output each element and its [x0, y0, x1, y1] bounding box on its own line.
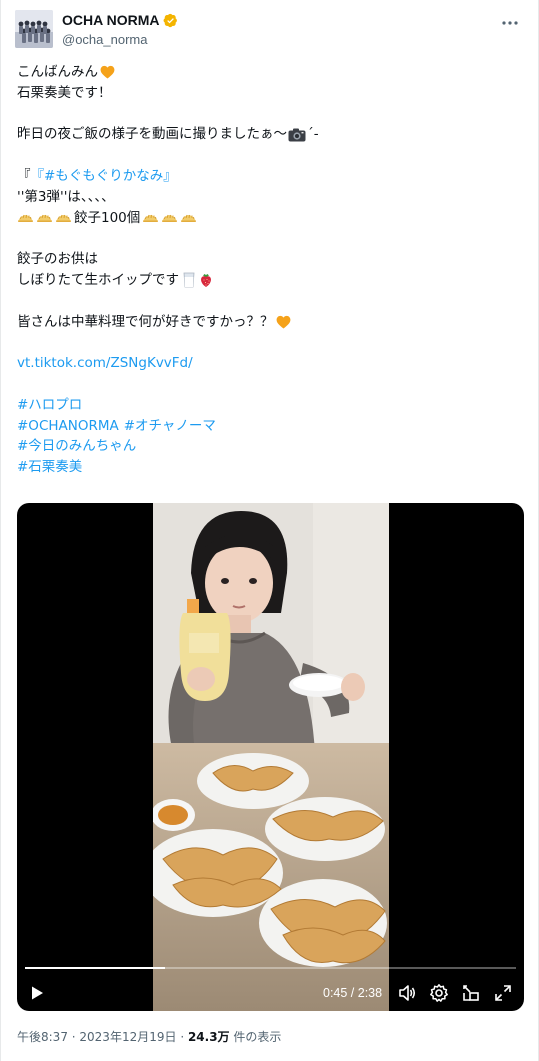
- text-line: vt.tiktok.com/ZSNgKvvFd/: [17, 353, 522, 374]
- post-time[interactable]: 午後8:37: [17, 1030, 68, 1044]
- text-line: 石栗奏美です！: [17, 83, 522, 104]
- kaomoji-text: ´-: [307, 126, 319, 143]
- video-time: 0:45 / 2:38: [323, 986, 383, 1000]
- name-row: OCHA NORMA: [62, 12, 178, 28]
- video-controls: 0:45 / 2:38: [17, 967, 524, 1011]
- text-line: 餃子100個: [17, 208, 522, 229]
- glass-of-milk-icon: [183, 272, 195, 288]
- handle[interactable]: @ocha_norma: [62, 32, 147, 47]
- view-count: 24.3万: [187, 1030, 230, 1044]
- video-player[interactable]: 0:45 / 2:38: [17, 503, 524, 1011]
- hashtag-helloproject[interactable]: #ハロプロ: [17, 395, 82, 416]
- tweet-card: OCHA NORMA @ocha_norma こんばんみん 石栗奏美です！ 昨日…: [0, 0, 539, 1061]
- orange-heart-icon: [276, 315, 290, 329]
- meta-separator: ·: [176, 1030, 188, 1044]
- gyoza-count-text: 餃子100個: [74, 209, 141, 226]
- tweet-meta: 午後8:37 · 2023年12月19日 · 24.3万 件の表示: [17, 1028, 281, 1045]
- hashtag-ochanorma[interactable]: #OCHANORMA: [17, 416, 119, 437]
- verified-badge-icon: [164, 13, 178, 27]
- text-line: #石栗奏美: [17, 457, 522, 478]
- volume-icon[interactable]: [397, 983, 417, 1003]
- display-name[interactable]: OCHA NORMA: [62, 12, 159, 28]
- tweet-text: こんばんみん 石栗奏美です！ 昨日の夜ご飯の様子を動画に撮りましたぁ〜 ´- 『…: [17, 62, 522, 478]
- tweet-header: OCHA NORMA @ocha_norma: [15, 10, 525, 50]
- dumpling-icon: [143, 215, 159, 223]
- dumpling-icon: [162, 215, 178, 223]
- whip-text: しぼりたて生ホイップです: [17, 271, 179, 288]
- dumpling-icon: [37, 215, 52, 223]
- group-photo-icon: [15, 10, 53, 48]
- text-line: こんばんみん: [17, 62, 522, 83]
- hashtag-ishiguri-kanami[interactable]: #石栗奏美: [17, 457, 82, 478]
- fullscreen-icon[interactable]: [493, 983, 513, 1003]
- hashtag-mogumogu[interactable]: 『#もぐもぐりかなみ』: [31, 166, 177, 187]
- text-line: 餃子のお供は: [17, 249, 522, 270]
- play-icon[interactable]: [29, 985, 45, 1001]
- video-thumbnail-image: [153, 503, 389, 1011]
- more-options-icon[interactable]: [499, 12, 521, 34]
- settings-gear-icon[interactable]: [429, 983, 449, 1003]
- hashtag-kyou-no-minchan[interactable]: #今日のみんちゃん: [17, 436, 136, 457]
- greeting-text: こんばんみん: [17, 64, 98, 80]
- text-line: #ハロプロ: [17, 395, 522, 416]
- meta-separator: ·: [67, 1030, 80, 1044]
- series-text: ''第3弾''は、、、、: [17, 188, 115, 205]
- dumpling-icon: [181, 215, 197, 223]
- text-line: 皆さんは中華料理で何が好きですかっ？？: [17, 312, 522, 333]
- camera-icon: [288, 128, 306, 142]
- progress-bar[interactable]: [25, 967, 516, 969]
- orange-heart-icon: [100, 66, 115, 79]
- pop-out-icon[interactable]: [461, 983, 481, 1003]
- dumpling-icon: [18, 215, 33, 223]
- avatar[interactable]: [15, 10, 53, 48]
- strawberry-icon: [201, 274, 211, 288]
- intro-text: 石栗奏美です！: [17, 84, 112, 101]
- text-line: 『『#もぐもぐりかなみ』: [17, 166, 522, 187]
- dumpling-icon: [56, 215, 71, 223]
- progress-fill: [25, 967, 165, 969]
- text-line: #OCHANORMA #オチャノーマ: [17, 416, 522, 437]
- text-line: 昨日の夜ご飯の様子を動画に撮りましたぁ〜 ´-: [17, 124, 522, 145]
- text-line: #今日のみんちゃん: [17, 436, 522, 457]
- view-label: 件の表示: [233, 1030, 282, 1044]
- tiktok-link[interactable]: vt.tiktok.com/ZSNgKvvFd/: [17, 353, 193, 374]
- video-frame[interactable]: [153, 503, 389, 1011]
- text-line: しぼりたて生ホイップです: [17, 270, 522, 291]
- text-line: ''第3弾''は、、、、: [17, 187, 522, 208]
- question-text: 皆さんは中華料理で何が好きですかっ？？: [17, 313, 274, 330]
- post-date[interactable]: 2023年12月19日: [79, 1030, 176, 1044]
- companion-text: 餃子のお供は: [17, 251, 98, 268]
- hashtag-ochanoma-kana[interactable]: #オチャノーマ: [124, 416, 216, 437]
- video-note-text: 昨日の夜ご飯の様子を動画に撮りましたぁ〜: [17, 126, 287, 143]
